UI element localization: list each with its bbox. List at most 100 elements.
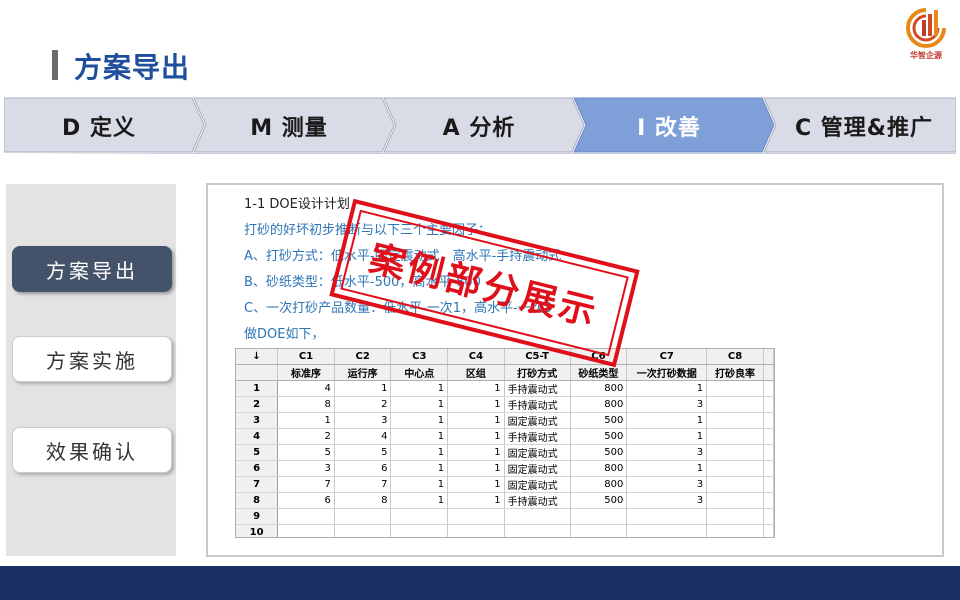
- table-cell[interactable]: 1: [390, 428, 449, 446]
- table-cell[interactable]: 1: [447, 396, 505, 414]
- table-cell[interactable]: [706, 508, 764, 525]
- row-number[interactable]: 5: [236, 444, 279, 462]
- table-cell[interactable]: 7: [277, 476, 335, 494]
- table-cell[interactable]: 1: [334, 380, 392, 398]
- table-cell[interactable]: 500: [570, 492, 628, 510]
- table-cell[interactable]: 1: [447, 492, 505, 510]
- table-cell[interactable]: 1: [390, 396, 449, 414]
- table-cell[interactable]: 3: [626, 492, 708, 510]
- table-cell[interactable]: 1: [390, 492, 449, 510]
- step-d[interactable]: D 定义: [4, 110, 194, 141]
- table-cell[interactable]: 800: [570, 476, 628, 494]
- table-cell[interactable]: [706, 444, 764, 462]
- table-cell[interactable]: 3: [626, 444, 708, 462]
- table-cell[interactable]: 1: [447, 428, 505, 446]
- row-number[interactable]: 10: [236, 524, 279, 537]
- table-cell[interactable]: 1: [390, 476, 449, 494]
- sidebar-item-plan-implementation[interactable]: 方案实施: [12, 336, 172, 382]
- table-cell[interactable]: 1: [390, 444, 449, 462]
- col-name[interactable]: 打砂方式: [504, 364, 571, 382]
- table-cell[interactable]: 800: [570, 396, 628, 414]
- table-cell[interactable]: 500: [570, 412, 628, 430]
- row-number[interactable]: 6: [236, 460, 279, 478]
- table-cell[interactable]: [504, 508, 571, 525]
- col-name[interactable]: 一次打砂数据: [626, 364, 708, 382]
- table-cell[interactable]: [706, 380, 764, 398]
- col-id[interactable]: C4: [447, 349, 505, 366]
- table-cell[interactable]: 1: [390, 460, 449, 478]
- table-cell[interactable]: 500: [570, 428, 628, 446]
- col-id[interactable]: C8: [706, 349, 764, 366]
- table-cell[interactable]: [706, 492, 764, 510]
- table-cell[interactable]: 手持震动式: [504, 380, 571, 398]
- table-cell[interactable]: 1: [626, 380, 708, 398]
- table-cell[interactable]: [447, 508, 505, 525]
- table-cell[interactable]: [447, 524, 505, 537]
- table-cell[interactable]: 6: [277, 492, 335, 510]
- table-cell[interactable]: 5: [334, 444, 392, 462]
- table-cell[interactable]: 固定震动式: [504, 476, 571, 494]
- table-cell[interactable]: 3: [626, 396, 708, 414]
- row-number[interactable]: 1: [236, 380, 279, 398]
- table-cell[interactable]: 1: [447, 412, 505, 430]
- table-cell[interactable]: 3: [334, 412, 392, 430]
- row-number[interactable]: 7: [236, 476, 279, 494]
- table-cell[interactable]: 1: [390, 380, 449, 398]
- table-cell[interactable]: 1: [447, 476, 505, 494]
- col-name[interactable]: 砂纸类型: [570, 364, 628, 382]
- table-cell[interactable]: [570, 524, 628, 537]
- table-cell[interactable]: 800: [570, 380, 628, 398]
- table-cell[interactable]: 手持震动式: [504, 492, 571, 510]
- table-cell[interactable]: 固定震动式: [504, 444, 571, 462]
- table-cell[interactable]: 3: [626, 476, 708, 494]
- col-id[interactable]: C7: [626, 349, 708, 366]
- table-cell[interactable]: [706, 412, 764, 430]
- col-name[interactable]: 标准序: [277, 364, 335, 382]
- table-cell[interactable]: [570, 508, 628, 525]
- table-cell[interactable]: 3: [277, 460, 335, 478]
- table-cell[interactable]: 1: [447, 444, 505, 462]
- table-cell[interactable]: [706, 524, 764, 537]
- table-cell[interactable]: 1: [447, 380, 505, 398]
- table-cell[interactable]: 8: [277, 396, 335, 414]
- col-name[interactable]: 中心点: [390, 364, 449, 382]
- col-name[interactable]: 运行序: [334, 364, 392, 382]
- table-cell[interactable]: [277, 508, 335, 525]
- sidebar-item-plan-export[interactable]: 方案导出: [12, 246, 172, 292]
- table-cell[interactable]: [390, 508, 449, 525]
- table-cell[interactable]: [504, 524, 571, 537]
- step-a[interactable]: A 分析: [384, 110, 574, 141]
- table-cell[interactable]: 7: [334, 476, 392, 494]
- table-cell[interactable]: 手持震动式: [504, 428, 571, 446]
- table-cell[interactable]: 固定震动式: [504, 460, 571, 478]
- col-id[interactable]: C1: [277, 349, 335, 366]
- sidebar-item-effect-confirmation[interactable]: 效果确认: [12, 427, 172, 473]
- table-cell[interactable]: 手持震动式: [504, 396, 571, 414]
- table-cell[interactable]: 1: [277, 412, 335, 430]
- row-number[interactable]: 9: [236, 508, 279, 525]
- table-cell[interactable]: 固定震动式: [504, 412, 571, 430]
- row-number[interactable]: 4: [236, 428, 279, 446]
- table-cell[interactable]: 6: [334, 460, 392, 478]
- table-cell[interactable]: [706, 428, 764, 446]
- step-m[interactable]: M 测量: [194, 110, 384, 141]
- table-cell[interactable]: 1: [390, 412, 449, 430]
- table-cell[interactable]: [626, 508, 708, 525]
- col-name[interactable]: 区组: [447, 364, 505, 382]
- row-number[interactable]: 3: [236, 412, 279, 430]
- table-cell[interactable]: [334, 524, 392, 537]
- table-cell[interactable]: 5: [277, 444, 335, 462]
- table-cell[interactable]: 2: [334, 396, 392, 414]
- table-cell[interactable]: 1: [447, 460, 505, 478]
- col-name[interactable]: 打砂良率: [706, 364, 764, 382]
- table-cell[interactable]: 1: [626, 460, 708, 478]
- col-id[interactable]: C2: [334, 349, 392, 366]
- table-cell[interactable]: [706, 396, 764, 414]
- table-cell[interactable]: 4: [277, 380, 335, 398]
- step-i[interactable]: I 改善: [574, 110, 764, 141]
- table-cell[interactable]: [277, 524, 335, 537]
- table-cell[interactable]: 500: [570, 444, 628, 462]
- col-id[interactable]: C3: [390, 349, 449, 366]
- table-cell[interactable]: 8: [334, 492, 392, 510]
- table-cell[interactable]: 1: [626, 412, 708, 430]
